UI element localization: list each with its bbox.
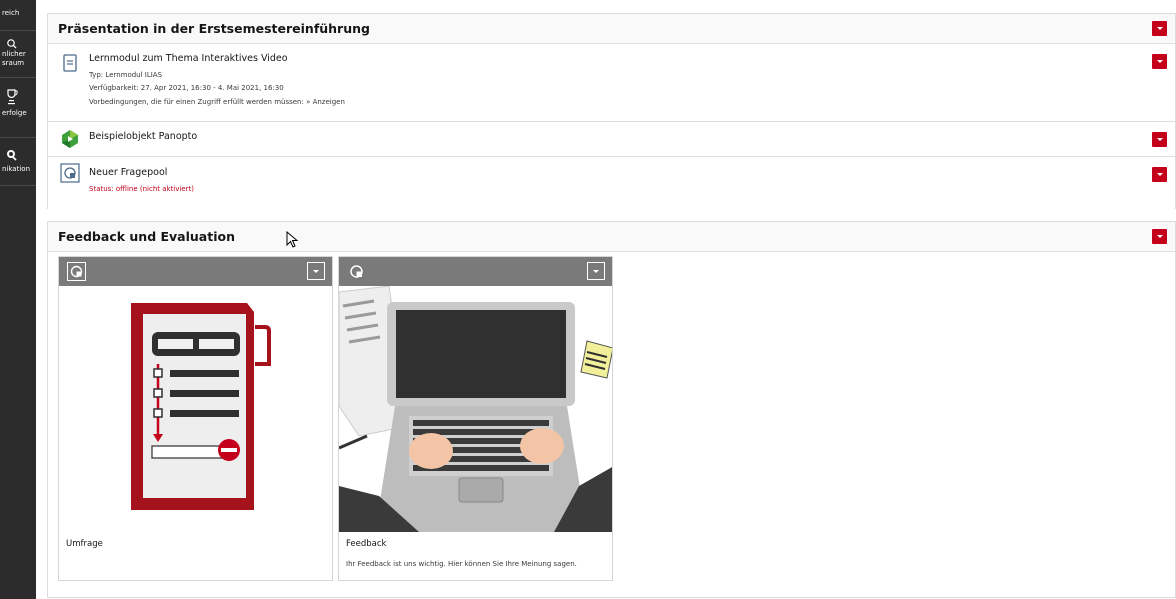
tile-title[interactable]: Umfrage: [66, 539, 103, 549]
mainbar-divider: [0, 185, 36, 186]
tile-header: [59, 257, 332, 286]
mainbar-item-label: reich: [2, 9, 20, 17]
communication-icon: [0, 146, 36, 165]
feedback-illustration: [339, 286, 612, 532]
item-actions-dropdown[interactable]: [1152, 132, 1167, 147]
block-header: Präsentation in der Erstsemestereinführu…: [48, 14, 1175, 44]
item-actions-dropdown[interactable]: [1152, 167, 1167, 182]
mainbar-item-achievements[interactable]: erfolge: [0, 87, 36, 118]
block-actions-dropdown[interactable]: [1152, 229, 1167, 244]
mainbar-item-label: nlicher: [2, 50, 26, 58]
mainbar-divider: [0, 30, 36, 31]
mainbar-item-label: sraum: [2, 59, 25, 67]
block-title: Feedback und Evaluation: [58, 229, 235, 244]
search-icon: [0, 36, 36, 50]
tile-card[interactable]: Feedback Ihr Feedback ist uns wichtig. H…: [338, 256, 613, 581]
mainbar-item-label: erfolge: [2, 109, 27, 117]
mainbar-item-communication[interactable]: nikation: [0, 146, 36, 174]
block-header: Feedback und Evaluation: [48, 222, 1175, 252]
tile-description: Ihr Feedback ist uns wichtig. Hier könne…: [346, 560, 577, 568]
main-content: Präsentation in der Erstsemestereinführu…: [47, 0, 1176, 599]
mainbar-item-label: [0, 0, 36, 9]
mainbar-divider: [0, 137, 36, 138]
tile-actions-dropdown[interactable]: [307, 262, 325, 280]
question-pool-icon: [60, 163, 80, 183]
mouse-cursor-icon: [286, 231, 299, 248]
block-presentation: Präsentation in der Erstsemestereinführu…: [47, 13, 1176, 209]
mainbar-item-personal-workspace[interactable]: nlicher sraum: [0, 36, 36, 68]
item-actions-dropdown[interactable]: [1152, 54, 1167, 69]
list-item: Lernmodul zum Thema Interaktives Video T…: [48, 44, 1175, 122]
block-feedback: Feedback und Evaluation Umfrage Feedback…: [47, 221, 1176, 598]
list-item: Neuer Fragepool Status: offline (nicht a…: [48, 157, 1175, 209]
list-item: Beispielobjekt Panopto: [48, 122, 1175, 157]
tile-card[interactable]: Umfrage: [58, 256, 333, 581]
trophy-icon: [0, 87, 36, 109]
item-property: Verfügbarkeit: 27. Apr 2021, 16:30 - 4. …: [89, 84, 284, 92]
learning-module-icon: [60, 53, 80, 73]
status-offline-text: Status: offline (nicht aktiviert): [89, 185, 194, 193]
tile-header: [339, 257, 612, 286]
preconditions-link[interactable]: Vorbedingungen, die für einen Zugriff er…: [89, 98, 345, 106]
mainbar-divider: [0, 77, 36, 78]
tile-actions-dropdown[interactable]: [587, 262, 605, 280]
block-actions-dropdown[interactable]: [1152, 21, 1167, 36]
main-bar: reich nlicher sraum erfolge nikation: [0, 0, 36, 599]
mainbar-item-repository[interactable]: reich: [0, 0, 36, 18]
survey-illustration: [59, 286, 332, 532]
block-title: Präsentation in der Erstsemestereinführu…: [58, 21, 370, 36]
panopto-icon: [60, 129, 80, 149]
item-property: Typ: Lernmodul ILIAS: [89, 71, 163, 79]
item-title-link[interactable]: Beispielobjekt Panopto: [89, 131, 197, 142]
mainbar-item-label: nikation: [2, 165, 31, 173]
survey-icon: [66, 261, 87, 282]
survey-icon: [346, 261, 367, 282]
item-title-link[interactable]: Neuer Fragepool: [89, 167, 167, 178]
tile-title[interactable]: Feedback: [346, 539, 386, 549]
item-title-link[interactable]: Lernmodul zum Thema Interaktives Video: [89, 53, 288, 64]
